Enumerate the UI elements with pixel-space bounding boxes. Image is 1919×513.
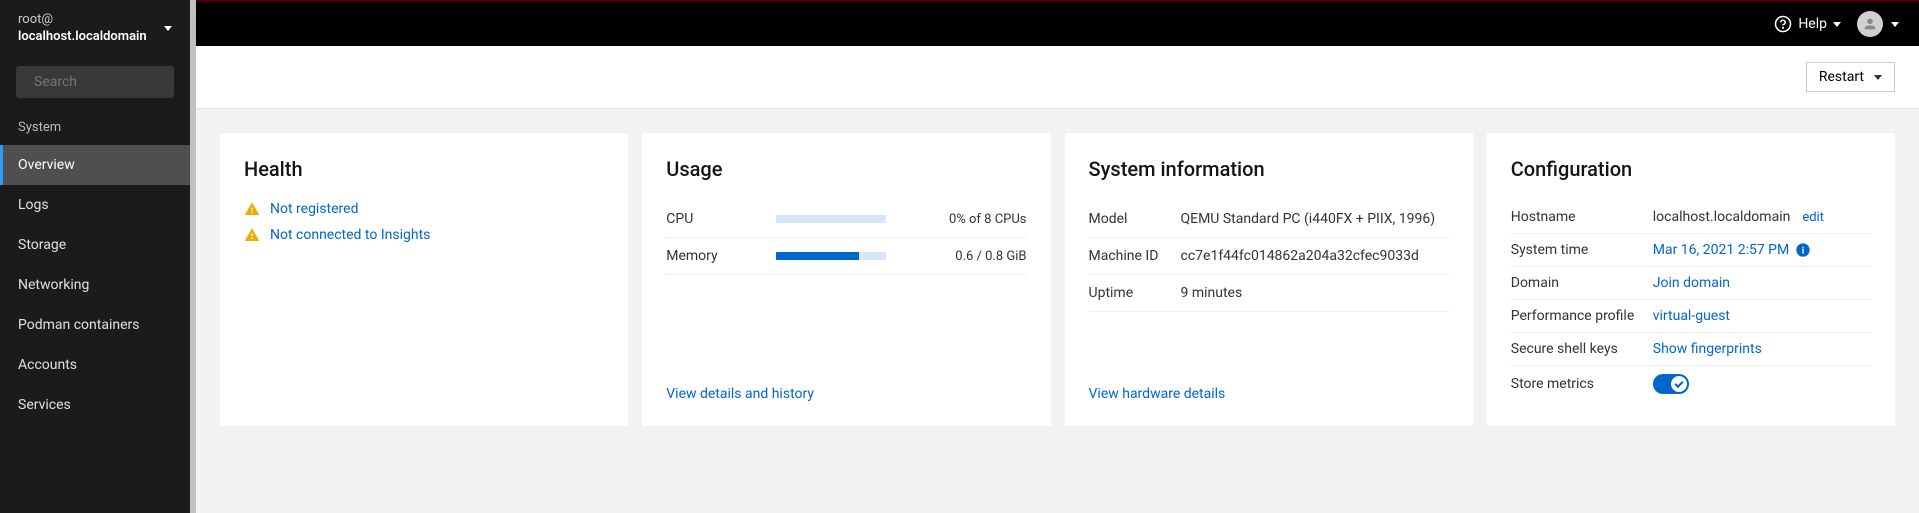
info-label: Machine ID xyxy=(1089,248,1169,264)
chevron-down-icon xyxy=(164,26,172,31)
sidebar-item-overview[interactable]: Overview xyxy=(0,145,190,185)
usage-row-cpu: CPU 0% of 8 CPUs xyxy=(666,201,1026,238)
info-value: cc7e1f44fc014862a204a32cfec9033d xyxy=(1181,248,1449,264)
sysinfo-title: System information xyxy=(1089,157,1449,181)
usage-value: 0% of 8 CPUs xyxy=(937,212,1027,227)
search-input[interactable] xyxy=(34,74,212,90)
perf-profile-link[interactable]: virtual-guest xyxy=(1653,308,1730,324)
restart-label: Restart xyxy=(1819,69,1864,85)
sidebar-item-networking[interactable]: Networking xyxy=(0,265,190,305)
usage-value: 0.6 / 0.8 GiB xyxy=(937,249,1027,264)
config-label: Domain xyxy=(1511,275,1641,291)
info-label: Uptime xyxy=(1089,285,1169,301)
help-icon xyxy=(1774,15,1792,33)
health-item: Not registered xyxy=(244,201,604,217)
health-card: Health Not registered Not connected to I… xyxy=(220,133,628,426)
config-row-perf: Performance profile virtual-guest xyxy=(1511,300,1871,333)
memory-usage-bar xyxy=(776,252,886,260)
config-row-domain: Domain Join domain xyxy=(1511,267,1871,300)
usage-card: Usage CPU 0% of 8 CPUs Memory 0.6 / 0.8 … xyxy=(642,133,1050,426)
info-row-uptime: Uptime 9 minutes xyxy=(1089,275,1449,312)
sysinfo-card: System information Model QEMU Standard P… xyxy=(1065,133,1473,426)
join-domain-link[interactable]: Join domain xyxy=(1653,275,1730,291)
sidebar-item-logs[interactable]: Logs xyxy=(0,185,190,225)
info-label: Model xyxy=(1089,211,1169,227)
info-value: QEMU Standard PC (i440FX + PIIX, 1996) xyxy=(1181,211,1449,227)
usage-label: CPU xyxy=(666,211,726,227)
sidebar-item-accounts[interactable]: Accounts xyxy=(0,345,190,385)
user-menu[interactable] xyxy=(1857,11,1899,37)
host-switcher[interactable]: root@ localhost.localdomain xyxy=(0,0,190,58)
user-icon xyxy=(1862,16,1878,32)
health-item: Not connected to Insights xyxy=(244,227,604,243)
config-label: Hostname xyxy=(1511,209,1641,225)
sidebar-user: root@ xyxy=(18,12,147,29)
restart-button[interactable]: Restart xyxy=(1806,62,1895,92)
config-title: Configuration xyxy=(1511,157,1871,181)
toggle-knob xyxy=(1671,376,1687,392)
health-title: Health xyxy=(244,157,604,181)
store-metrics-toggle[interactable] xyxy=(1653,374,1689,394)
chevron-down-icon xyxy=(1833,22,1841,27)
usage-row-memory: Memory 0.6 / 0.8 GiB xyxy=(666,238,1026,275)
config-label: Store metrics xyxy=(1511,376,1641,392)
config-label: Secure shell keys xyxy=(1511,341,1641,357)
chevron-down-icon xyxy=(1891,22,1899,27)
hostname-value: localhost.localdomain xyxy=(1653,209,1791,225)
nav-section-label: System xyxy=(0,110,190,145)
cpu-usage-bar xyxy=(776,215,886,223)
config-card: Configuration Hostname localhost.localdo… xyxy=(1487,133,1895,426)
sidebar-host: localhost.localdomain xyxy=(18,29,147,46)
ssh-fingerprints-link[interactable]: Show fingerprints xyxy=(1653,341,1762,357)
usage-title: Usage xyxy=(666,157,1026,181)
config-row-ssh: Secure shell keys Show fingerprints xyxy=(1511,333,1871,366)
avatar xyxy=(1857,11,1883,37)
action-bar: Restart xyxy=(196,46,1919,109)
sidebar: root@ localhost.localdomain System Overv… xyxy=(0,0,190,513)
config-row-hostname: Hostname localhost.localdomain edit xyxy=(1511,201,1871,234)
help-label: Help xyxy=(1798,16,1827,32)
health-link-insights[interactable]: Not connected to Insights xyxy=(270,227,430,243)
chevron-down-icon xyxy=(1874,75,1882,80)
dashboard-cards: Health Not registered Not connected to I… xyxy=(196,109,1919,426)
sidebar-item-podman[interactable]: Podman containers xyxy=(0,305,190,345)
sidebar-item-services[interactable]: Services xyxy=(0,385,190,425)
info-icon[interactable]: i xyxy=(1795,242,1811,258)
warning-icon xyxy=(244,201,260,217)
usage-details-link[interactable]: View details and history xyxy=(666,386,814,402)
info-row-model: Model QEMU Standard PC (i440FX + PIIX, 1… xyxy=(1089,201,1449,238)
memory-usage-fill xyxy=(776,252,859,260)
warning-icon xyxy=(244,227,260,243)
main-area: Help Restart Health Not registered N xyxy=(196,0,1919,513)
hardware-details-link[interactable]: View hardware details xyxy=(1089,386,1226,402)
config-row-systime: System time Mar 16, 2021 2:57 PM i xyxy=(1511,234,1871,267)
health-link-not-registered[interactable]: Not registered xyxy=(270,201,359,217)
config-label: System time xyxy=(1511,242,1641,258)
help-menu[interactable]: Help xyxy=(1774,15,1841,33)
config-row-metrics: Store metrics xyxy=(1511,366,1871,402)
usage-label: Memory xyxy=(666,248,726,264)
svg-text:i: i xyxy=(1802,245,1804,256)
hostname-edit-link[interactable]: edit xyxy=(1802,210,1824,225)
config-label: Performance profile xyxy=(1511,308,1641,324)
info-row-machineid: Machine ID cc7e1f44fc014862a204a32cfec90… xyxy=(1089,238,1449,275)
topbar: Help xyxy=(196,0,1919,46)
systime-link[interactable]: Mar 16, 2021 2:57 PM xyxy=(1653,242,1790,258)
search-box[interactable] xyxy=(16,66,174,98)
info-value: 9 minutes xyxy=(1181,285,1449,301)
sidebar-item-storage[interactable]: Storage xyxy=(0,225,190,265)
